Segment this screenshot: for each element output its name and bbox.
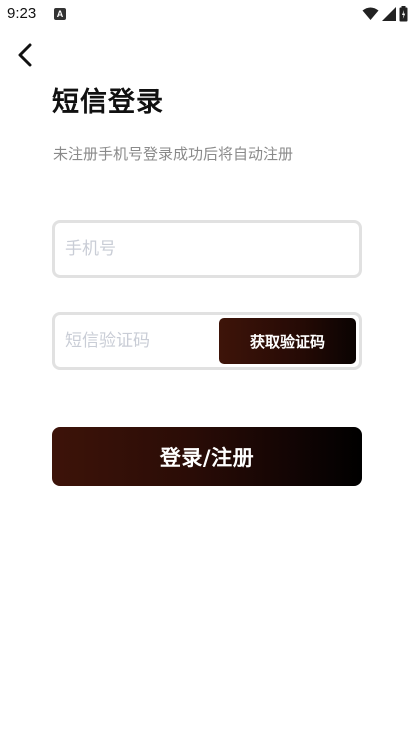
page-subtitle: 未注册手机号登录成功后将自动注册 <box>53 145 294 163</box>
app-notification-icon: A <box>54 8 66 20</box>
signal-icon <box>382 7 396 21</box>
sms-code-field: 获取验证码 <box>52 312 362 370</box>
status-bar: 9:23 A <box>0 0 414 28</box>
login-register-button[interactable]: 登录/注册 <box>52 427 362 486</box>
status-time: 9:23 <box>7 5 37 22</box>
sms-code-input[interactable] <box>65 315 210 367</box>
chevron-left-icon <box>17 43 33 71</box>
phone-input[interactable] <box>65 223 349 275</box>
login-screen: 9:23 A 短信登录 未注册手机号登录成功后将自动注册 手机号 短信验证码 获… <box>0 0 414 736</box>
back-button[interactable] <box>10 42 40 72</box>
page-title: 短信登录 <box>52 87 164 118</box>
status-icons <box>362 5 408 23</box>
wifi-icon <box>362 7 379 21</box>
get-code-button[interactable]: 获取验证码 <box>219 318 356 364</box>
battery-icon <box>399 6 408 22</box>
phone-field <box>52 220 362 278</box>
